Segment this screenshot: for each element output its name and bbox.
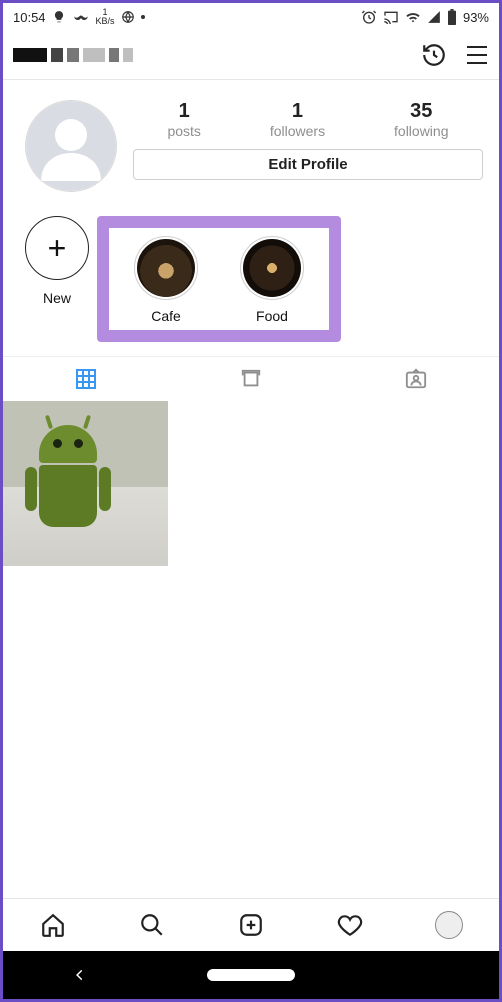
network-speed: 1 KB/s: [96, 8, 115, 26]
battery-icon: [447, 9, 457, 25]
edit-profile-button[interactable]: Edit Profile: [133, 149, 483, 180]
aperture-icon: [121, 10, 135, 24]
tab-feed[interactable]: [168, 357, 333, 401]
profile-avatar[interactable]: [25, 100, 117, 192]
android-nav-bar: [3, 951, 499, 999]
nav-activity[interactable]: [330, 905, 370, 945]
nav-profile[interactable]: [429, 905, 469, 945]
mustache-icon: [72, 12, 90, 22]
post-thumbnail[interactable]: [3, 401, 168, 566]
app-bar: [3, 31, 499, 80]
dot-icon: [141, 15, 145, 19]
battery-percent: 93%: [463, 10, 489, 25]
highlight-cafe[interactable]: Cafe: [127, 236, 205, 324]
profile-header: 1 posts 1 followers 35 following Edit Pr…: [3, 80, 499, 198]
profile-avatar-small: [435, 911, 463, 939]
profile-stats: 1 posts 1 followers 35 following: [133, 100, 483, 139]
cast-icon: [383, 10, 399, 24]
posts-grid: [3, 401, 499, 898]
status-bar: 10:54 1 KB/s: [3, 3, 499, 31]
tab-grid[interactable]: [3, 357, 168, 401]
plus-icon: +: [25, 216, 89, 280]
home-pill[interactable]: [207, 969, 295, 981]
wifi-icon: [405, 10, 421, 24]
highlight-thumb: [137, 239, 195, 297]
bulb-icon: [52, 10, 66, 24]
status-time: 10:54: [13, 10, 46, 25]
nav-search[interactable]: [132, 905, 172, 945]
nav-home[interactable]: [33, 905, 73, 945]
highlighted-area: Cafe Food: [97, 216, 341, 342]
back-icon[interactable]: [73, 968, 87, 982]
highlight-food[interactable]: Food: [233, 236, 311, 324]
username-redacted[interactable]: [13, 44, 133, 66]
bottom-nav: [3, 898, 499, 951]
stat-following[interactable]: 35 following: [394, 100, 448, 139]
new-highlight-button[interactable]: + New: [17, 216, 97, 306]
profile-tabs: [3, 356, 499, 401]
nav-create[interactable]: [231, 905, 271, 945]
highlight-thumb: [243, 239, 301, 297]
hamburger-menu-icon[interactable]: [465, 45, 489, 65]
tab-tagged[interactable]: [334, 357, 499, 401]
signal-icon: [427, 10, 441, 24]
stat-posts[interactable]: 1 posts: [167, 100, 200, 139]
stat-followers[interactable]: 1 followers: [270, 100, 325, 139]
alarm-icon: [361, 9, 377, 25]
highlights-row: + New Cafe Food: [3, 198, 499, 356]
archive-history-icon[interactable]: [421, 42, 447, 68]
